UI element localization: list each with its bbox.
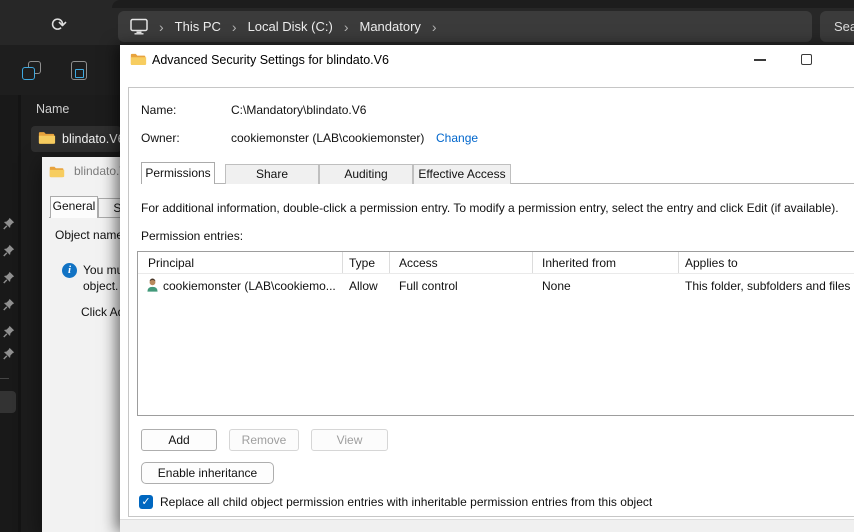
col-header-access[interactable]: Access [399,256,438,270]
breadcrumb-chevron-icon: › [231,18,237,35]
remove-button[interactable]: Remove [229,429,299,451]
tab-share[interactable]: Share [225,164,319,184]
cell-type: Allow [349,279,378,293]
header-underline [138,273,854,274]
cell-applies-to: This folder, subfolders and files [685,279,851,293]
permission-entries-table[interactable]: Principal Type Access Inherited from App… [137,251,854,416]
pin-icon[interactable] [2,347,15,360]
navigation-pane [0,95,18,532]
explorer-address-row: ⟳ › This PC › Local Disk (C:) › Mandator… [0,9,854,45]
breadcrumb-this-pc[interactable]: This PC [175,19,221,34]
pin-icon[interactable] [2,271,15,284]
pin-icon[interactable] [2,325,15,338]
breadcrumb-mandatory[interactable]: Mandatory [360,19,421,34]
address-bar[interactable]: › This PC › Local Disk (C:) › Mandatory … [118,11,812,42]
nav-pane-separator [18,95,21,532]
column-separator[interactable] [532,252,533,273]
dialog-content-panel: Name: C:\Mandatory\blindato.V6 Owner: co… [128,87,854,517]
nav-selected-item[interactable] [0,391,16,413]
click-advanced-text: Click Ad [81,305,125,319]
cell-principal: cookiemonster (LAB\cookiemo... [163,279,336,293]
pin-icon[interactable] [2,244,15,257]
permission-entries-label: Permission entries: [141,229,244,243]
refresh-icon[interactable]: ⟳ [44,11,74,41]
column-separator[interactable] [342,252,343,273]
security-tabstrip: Permissions Share Auditing Effective Acc… [141,162,854,184]
explorer-tab-edge [112,0,854,8]
pin-icon[interactable] [2,217,15,230]
advanced-security-dialog: Advanced Security Settings for blindato.… [120,45,854,532]
col-header-inherited-from[interactable]: Inherited from [542,256,616,270]
info-icon: i [62,263,77,278]
maximize-icon[interactable] [801,54,812,65]
permissions-help-text: For additional information, double-click… [141,201,839,215]
column-header-name[interactable]: Name [36,102,69,116]
breadcrumb-chevron-icon: › [159,18,164,35]
copy-icon[interactable] [22,61,41,80]
cell-access: Full control [399,279,458,293]
col-header-principal[interactable]: Principal [148,256,194,270]
search-input[interactable]: Sea [820,11,854,42]
owner-value: cookiemonster (LAB\cookiemonster) [231,131,425,145]
folder-icon [130,53,147,65]
tab-general[interactable]: General [50,196,98,218]
folder-icon [49,166,65,177]
enable-inheritance-button[interactable]: Enable inheritance [141,462,274,484]
tab-auditing[interactable]: Auditing [319,164,413,184]
tab-permissions[interactable]: Permissions [141,162,215,184]
nav-divider [0,378,9,379]
file-name: blindato.V6 [62,132,125,146]
add-button[interactable]: Add [141,429,217,451]
col-header-applies-to[interactable]: Applies to [685,256,738,270]
column-separator[interactable] [389,252,390,273]
change-owner-link[interactable]: Change [436,131,478,145]
col-header-type[interactable]: Type [349,256,375,270]
cell-inherited-from: None [542,279,571,293]
object-name-label: Object name [55,228,124,242]
paste-icon[interactable] [70,60,88,80]
replace-permissions-label: Replace all child object permission entr… [160,495,653,509]
dialog-title: Advanced Security Settings for blindato.… [152,53,389,67]
info-text-line2: object. [83,279,119,293]
dialog-titlebar[interactable]: Advanced Security Settings for blindato.… [120,45,854,76]
breadcrumb-chevron-icon: › [431,18,437,35]
folder-icon [38,132,56,144]
view-button[interactable]: View [311,429,388,451]
name-value: C:\Mandatory\blindato.V6 [231,103,367,117]
name-label: Name: [141,103,177,117]
properties-dialog-title: blindato.V [49,164,127,178]
breadcrumb-local-disk[interactable]: Local Disk (C:) [248,19,333,34]
tab-effective-access[interactable]: Effective Access [413,164,511,184]
replace-permissions-checkbox[interactable]: ✓ [139,495,153,509]
pin-icon[interactable] [2,298,15,311]
this-pc-icon [130,18,148,35]
user-icon [147,278,158,292]
owner-label: Owner: [141,131,180,145]
dialog-footer [120,519,854,532]
file-row-blindato[interactable]: blindato.V6 [31,126,125,152]
minimize-icon[interactable] [754,59,766,61]
breadcrumb-chevron-icon: › [343,18,349,35]
column-separator[interactable] [678,252,679,273]
